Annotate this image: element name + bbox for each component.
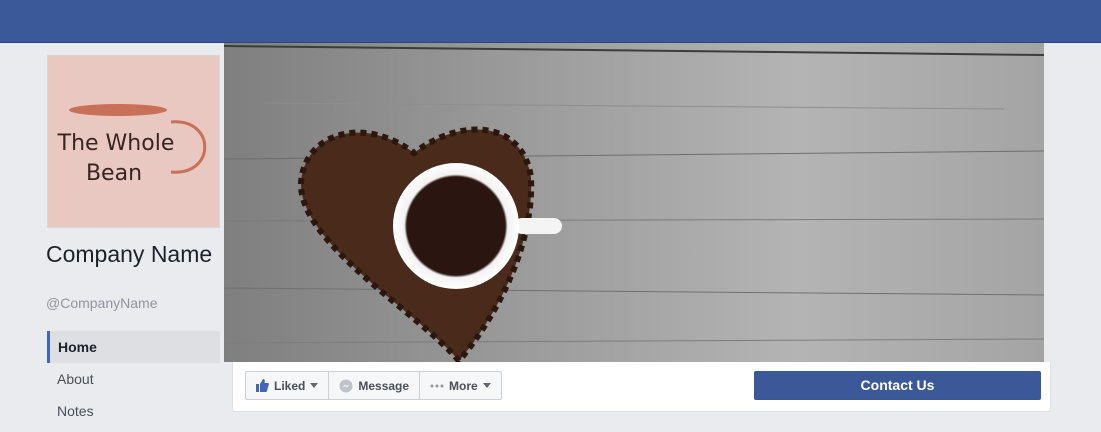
cover-image: [224, 43, 1044, 362]
page-title: Company Name: [46, 241, 213, 267]
message-button[interactable]: Message: [329, 372, 421, 399]
ellipsis-icon: [430, 384, 444, 388]
message-label: Message: [358, 378, 410, 393]
page-handle[interactable]: @CompanyName: [46, 295, 157, 311]
messenger-icon: [339, 379, 353, 393]
liked-button[interactable]: Liked: [246, 372, 330, 399]
profile-picture[interactable]: The Whole Bean: [47, 55, 220, 228]
svg-text:The Whole: The Whole: [57, 131, 175, 156]
more-button[interactable]: More: [420, 372, 501, 399]
logo-image: The Whole Bean: [57, 104, 207, 186]
more-label: More: [449, 378, 478, 393]
nav-item-home[interactable]: Home: [47, 331, 220, 363]
page-action-buttons: Liked Message More: [245, 371, 502, 400]
liked-label: Liked: [274, 378, 306, 393]
chevron-down-icon: [310, 383, 319, 388]
page-sidebar-nav: Home About Notes: [47, 331, 220, 427]
thumbs-up-icon: [256, 379, 269, 392]
contact-us-button[interactable]: Contact Us: [754, 371, 1041, 400]
svg-text:Bean: Bean: [86, 161, 142, 186]
top-navigation-bar: [0, 0, 1101, 43]
nav-item-about[interactable]: About: [47, 363, 220, 395]
page-action-bar: Liked Message More Contact Us: [232, 362, 1051, 412]
cover-photo[interactable]: [224, 43, 1044, 362]
chevron-down-icon: [482, 383, 491, 388]
nav-item-notes[interactable]: Notes: [47, 395, 220, 427]
